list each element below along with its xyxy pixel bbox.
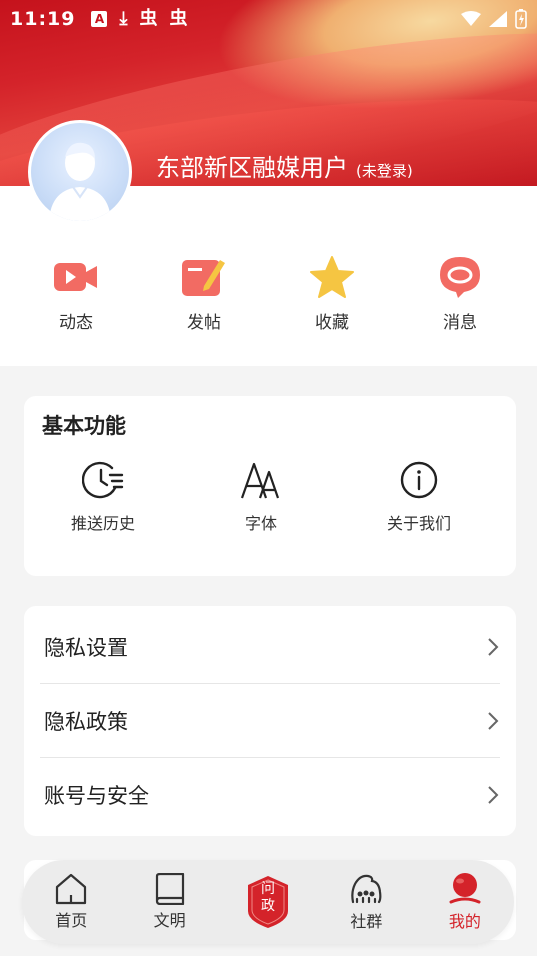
font-icon bbox=[240, 462, 280, 499]
login-status: (未登录) bbox=[356, 162, 413, 180]
profile-icon bbox=[449, 873, 481, 904]
function-label: 字体 bbox=[244, 514, 277, 533]
font-button[interactable]: 字体 bbox=[182, 460, 340, 534]
privacy-settings-row[interactable]: 隐私设置 bbox=[40, 610, 500, 684]
nav-civilization[interactable]: 文明 bbox=[120, 860, 218, 944]
row-label: 隐私政策 bbox=[44, 709, 128, 734]
quick-actions: 动态 发帖 收藏 消息 bbox=[0, 252, 537, 333]
star-icon bbox=[307, 252, 357, 302]
nav-wenzheng[interactable]: 问政 bbox=[219, 860, 317, 944]
quick-action-dynamic[interactable]: 动态 bbox=[12, 252, 140, 333]
function-label: 推送历史 bbox=[70, 514, 135, 533]
privacy-policy-row[interactable]: 隐私政策 bbox=[40, 684, 500, 758]
info-icon bbox=[400, 461, 438, 499]
settings-card: 隐私设置 隐私政策 账号与安全 bbox=[24, 606, 516, 836]
about-us-button[interactable]: 关于我们 bbox=[340, 460, 498, 534]
bug-icon: 虫 bbox=[169, 8, 188, 29]
status-bar: 11:19 A ⤓ 虫 虫 bbox=[0, 0, 537, 38]
chevron-right-icon bbox=[488, 637, 499, 656]
video-icon bbox=[51, 252, 101, 302]
quick-action-messages[interactable]: 消息 bbox=[396, 252, 524, 333]
username-text: 东部新区融媒用户 bbox=[156, 154, 348, 182]
nav-label: 社群 bbox=[350, 912, 383, 931]
quick-action-label: 动态 bbox=[59, 313, 93, 333]
post-icon bbox=[179, 252, 229, 302]
username[interactable]: 东部新区融媒用户 (未登录) bbox=[156, 148, 413, 183]
chevron-right-icon bbox=[488, 711, 499, 730]
wenzheng-icon: 问政 bbox=[246, 875, 290, 929]
keyboard-a-icon: A bbox=[91, 11, 108, 27]
quick-action-label: 发帖 bbox=[187, 313, 221, 333]
nav-label: 我的 bbox=[448, 912, 481, 931]
message-icon bbox=[435, 252, 485, 302]
download-icon: ⤓ bbox=[119, 8, 128, 29]
quick-action-post[interactable]: 发帖 bbox=[140, 252, 268, 333]
battery-icon bbox=[515, 9, 527, 29]
nav-home[interactable]: 首页 bbox=[22, 860, 120, 944]
section-title: 基本功能 bbox=[42, 414, 126, 438]
quick-action-label: 消息 bbox=[443, 313, 477, 333]
nav-label: 首页 bbox=[55, 911, 88, 930]
home-icon bbox=[56, 873, 87, 905]
row-label: 账号与安全 bbox=[44, 784, 149, 808]
book-icon bbox=[155, 873, 184, 905]
bug-icon: 虫 bbox=[139, 8, 158, 29]
status-time: 11:19 bbox=[10, 8, 76, 30]
push-history-button[interactable]: 推送历史 bbox=[24, 460, 182, 534]
chevron-right-icon bbox=[488, 786, 499, 804]
signal-icon bbox=[489, 11, 507, 27]
nav-mine[interactable]: 我的 bbox=[416, 860, 514, 944]
community-icon bbox=[351, 874, 382, 904]
avatar[interactable] bbox=[28, 120, 132, 224]
function-label: 关于我们 bbox=[386, 514, 451, 533]
quick-action-favorites[interactable]: 收藏 bbox=[268, 252, 396, 333]
history-icon bbox=[82, 461, 124, 499]
row-label: 隐私设置 bbox=[44, 635, 128, 660]
bottom-nav: 首页 文明 问政 社群 我的 bbox=[22, 860, 514, 944]
account-security-row[interactable]: 账号与安全 bbox=[40, 758, 500, 832]
user-silhouette-icon bbox=[49, 142, 111, 221]
nav-label: 文明 bbox=[153, 911, 186, 930]
basic-functions-card: 基本功能 推送历史 字体 关于我们 bbox=[24, 396, 516, 576]
wifi-icon bbox=[461, 11, 481, 26]
quick-action-label: 收藏 bbox=[315, 313, 349, 333]
wenzheng-badge-text: 问政 bbox=[261, 881, 276, 914]
nav-community[interactable]: 社群 bbox=[317, 860, 415, 944]
